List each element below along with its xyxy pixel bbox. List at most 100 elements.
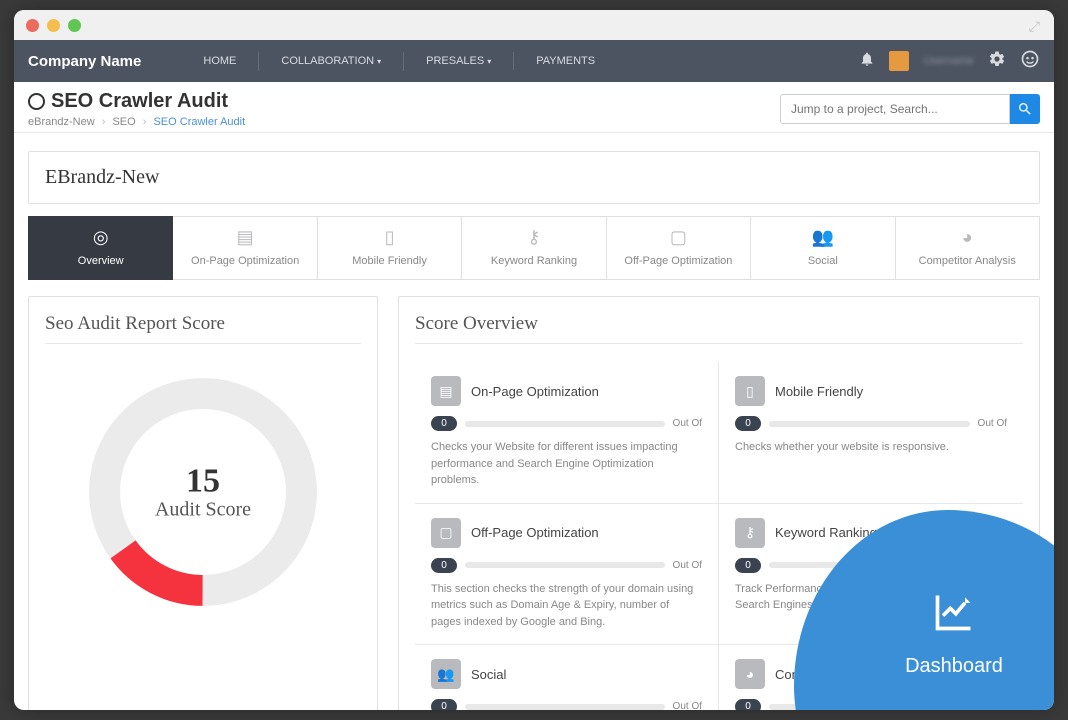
progress-bar xyxy=(465,421,665,427)
breadcrumb-item-project[interactable]: eBrandz-New xyxy=(28,116,95,128)
circle-icon xyxy=(28,93,45,110)
topbar: Company Name HOME COLLABORATION▾ PRESALE… xyxy=(14,40,1054,82)
score-pill: 0 xyxy=(735,558,761,573)
progress-bar xyxy=(465,704,665,710)
target-icon: ◎ xyxy=(29,227,172,247)
pie-icon: ◕ xyxy=(735,659,765,689)
chevron-down-icon: ▾ xyxy=(377,57,381,66)
card-title: Off-Page Optimization xyxy=(471,525,599,540)
search-icon xyxy=(1017,101,1033,117)
page-icon: ▢ xyxy=(431,518,461,548)
outof-label: Out Of xyxy=(673,560,702,571)
users-icon: 👥 xyxy=(431,659,461,689)
card-offpage: ▢ Off-Page Optimization 0 Out Of This se… xyxy=(415,504,719,646)
tab-competitor[interactable]: ◕ Competitor Analysis xyxy=(896,216,1040,280)
score-pill: 0 xyxy=(431,558,457,573)
expand-icon[interactable]: ⤢ xyxy=(1029,18,1040,35)
key-icon: ⚷ xyxy=(462,227,605,247)
page-header: SEO Crawler Audit eBrandz-New › SEO › SE… xyxy=(14,82,1054,133)
cards-grid: ▤ On-Page Optimization 0 Out Of Checks y… xyxy=(415,362,1023,710)
tab-label: Off-Page Optimization xyxy=(624,255,732,267)
card-desc: Checks whether your website is responsiv… xyxy=(735,439,1007,456)
breadcrumb-sep: › xyxy=(143,116,147,128)
file-icon: ▤ xyxy=(173,227,316,247)
brand-name: Company Name xyxy=(28,53,141,70)
outof-label: Out Of 10 xyxy=(964,560,1007,571)
card-mobile: ▯ Mobile Friendly 0 Out Of Checks whethe… xyxy=(719,362,1023,504)
search-button[interactable] xyxy=(1010,94,1040,124)
outof-label: Out Of xyxy=(673,701,702,710)
card-title: Competitor Analysis xyxy=(775,667,890,682)
score-pill: 0 xyxy=(431,699,457,710)
tab-onpage[interactable]: ▤ On-Page Optimization xyxy=(173,216,317,280)
card-title: Keyword Ranking xyxy=(775,525,877,540)
breadcrumb-sep: › xyxy=(102,116,106,128)
tab-label: Overview xyxy=(78,255,124,267)
nav-home[interactable]: HOME xyxy=(181,52,258,70)
gear-icon[interactable] xyxy=(988,50,1006,73)
tab-keyword[interactable]: ⚷ Keyword Ranking xyxy=(462,216,606,280)
progress-bar xyxy=(769,562,956,568)
audit-score-label: Audit Score xyxy=(155,499,251,522)
bell-icon[interactable] xyxy=(859,51,875,72)
card-competitor: ◕ Competitor Analysis 0 Out Of Analysis … xyxy=(719,645,1023,710)
tab-offpage[interactable]: ▢ Off-Page Optimization xyxy=(607,216,751,280)
panel-audit-score: Seo Audit Report Score 15 Audit Score xyxy=(28,296,378,710)
nav-presales-label: PRESALES xyxy=(426,55,484,67)
card-desc: This section checks the strength of your… xyxy=(431,581,702,631)
panel-score-overview: Score Overview ▤ On-Page Optimization 0 … xyxy=(398,296,1040,710)
card-desc: Checks your Website for different issues… xyxy=(431,439,702,489)
pie-icon: ◕ xyxy=(896,227,1039,247)
project-name: EBrandz-New xyxy=(28,151,1040,204)
card-desc: Track Performance of Targeted Keywords i… xyxy=(735,581,1007,614)
search-input[interactable] xyxy=(780,94,1010,124)
donut-chart: 15 Audit Score xyxy=(73,362,333,622)
page-title-text: SEO Crawler Audit xyxy=(51,90,228,113)
search-wrap xyxy=(780,94,1040,124)
window-minimize-dot[interactable] xyxy=(47,19,60,32)
file-icon: ▤ xyxy=(431,376,461,406)
tab-label: On-Page Optimization xyxy=(191,255,299,267)
content: Seo Audit Report Score 15 Audit Score Sc… xyxy=(28,296,1040,710)
progress-bar xyxy=(769,421,970,427)
score-pill: 0 xyxy=(735,416,761,431)
nav-collaboration-label: COLLABORATION xyxy=(281,55,374,67)
window-titlebar: ⤢ xyxy=(14,10,1054,40)
outof-label: Out Of xyxy=(978,701,1007,710)
card-title: Mobile Friendly xyxy=(775,384,863,399)
tab-mobile[interactable]: ▯ Mobile Friendly xyxy=(318,216,462,280)
tab-label: Mobile Friendly xyxy=(352,255,427,267)
audit-score-value: 15 xyxy=(155,463,251,501)
support-icon[interactable] xyxy=(1020,49,1040,74)
users-icon: 👥 xyxy=(751,227,894,247)
card-keyword: ⚷ Keyword Ranking 0 Out Of 10 Track Perf… xyxy=(719,504,1023,646)
page-icon: ▢ xyxy=(607,227,750,247)
breadcrumb-item-current: SEO Crawler Audit xyxy=(153,116,245,128)
window-zoom-dot[interactable] xyxy=(68,19,81,32)
outof-label: Out Of xyxy=(978,418,1007,429)
progress-bar xyxy=(465,562,665,568)
nav-presales[interactable]: PRESALES▾ xyxy=(403,52,513,71)
window-close-dot[interactable] xyxy=(26,19,39,32)
tab-label: Competitor Analysis xyxy=(919,255,1016,267)
breadcrumb-item-seo[interactable]: SEO xyxy=(112,116,135,128)
card-title: Social xyxy=(471,667,506,682)
key-icon: ⚷ xyxy=(735,518,765,548)
tab-label: Social xyxy=(808,255,838,267)
nav-payments[interactable]: PAYMENTS xyxy=(513,52,617,70)
audit-score-title: Seo Audit Report Score xyxy=(45,313,361,344)
score-pill: 0 xyxy=(431,416,457,431)
avatar[interactable] xyxy=(889,51,909,71)
tab-social[interactable]: 👥 Social xyxy=(751,216,895,280)
progress-bar xyxy=(769,704,970,710)
outof-label: Out Of xyxy=(673,418,702,429)
mobile-icon: ▯ xyxy=(735,376,765,406)
nav-collaboration[interactable]: COLLABORATION▾ xyxy=(258,52,403,71)
breadcrumb: eBrandz-New › SEO › SEO Crawler Audit xyxy=(28,116,245,128)
tab-overview[interactable]: ◎ Overview xyxy=(28,216,173,280)
username: Username xyxy=(923,55,974,67)
chevron-down-icon: ▾ xyxy=(487,57,491,66)
mobile-icon: ▯ xyxy=(318,227,461,247)
main-nav: HOME COLLABORATION▾ PRESALES▾ PAYMENTS xyxy=(181,52,617,71)
card-title: On-Page Optimization xyxy=(471,384,599,399)
